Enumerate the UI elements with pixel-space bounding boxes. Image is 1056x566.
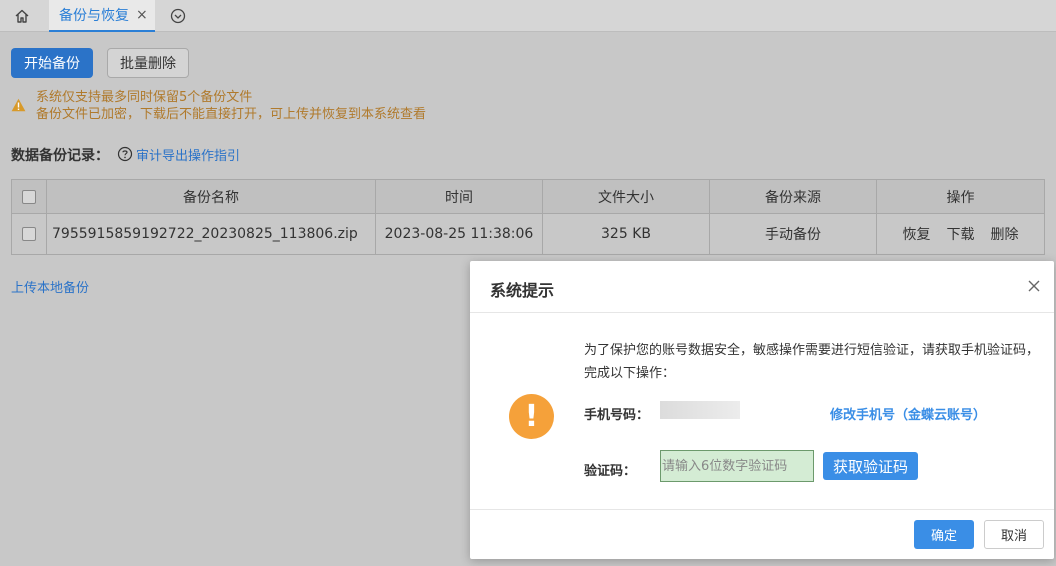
confirm-button[interactable]: 确定 xyxy=(914,520,974,549)
code-label: 验证码： xyxy=(584,464,637,479)
verification-code-input[interactable] xyxy=(660,450,814,482)
phone-number-masked xyxy=(660,401,740,419)
start-backup-button[interactable]: 开始备份 xyxy=(11,48,93,78)
header-name: 备份名称 xyxy=(47,180,376,213)
close-icon[interactable] xyxy=(1024,276,1044,296)
notice-line-2: 备份文件已加密，下载后不能直接打开，可上传并恢复到本系统查看 xyxy=(36,107,427,122)
close-icon[interactable]: × xyxy=(136,7,148,23)
get-code-button[interactable]: 获取验证码 xyxy=(823,452,918,480)
home-icon[interactable] xyxy=(12,7,32,25)
select-all-checkbox[interactable] xyxy=(22,189,36,204)
delete-link[interactable]: 删除 xyxy=(991,224,1019,244)
download-link[interactable]: 下载 xyxy=(947,224,975,244)
help-icon[interactable] xyxy=(117,146,133,162)
row-checkbox[interactable] xyxy=(22,227,36,241)
backup-source: 手动备份 xyxy=(710,214,877,254)
restore-link[interactable]: 恢复 xyxy=(903,224,931,244)
select-all-cell xyxy=(12,180,47,213)
backup-time: 2023-08-25 11:38:06 xyxy=(376,214,543,254)
notice-line-1: 系统仅支持最多同时保留5个备份文件 xyxy=(36,90,253,105)
cancel-button[interactable]: 取消 xyxy=(984,520,1044,549)
tab-label: 备份与恢复 xyxy=(59,8,129,24)
phone-label: 手机号码： xyxy=(584,408,650,423)
upload-local-backup-link[interactable]: 上传本地备份 xyxy=(11,277,89,296)
batch-delete-button[interactable]: 批量删除 xyxy=(107,48,189,78)
table-row: 7955915859192722_20230825_113806.zip 202… xyxy=(12,214,1044,254)
backup-size: 325 KB xyxy=(543,214,710,254)
row-select-cell xyxy=(12,214,47,254)
alert-icon: ! xyxy=(509,394,554,439)
header-actions: 操作 xyxy=(946,189,975,206)
header-time: 时间 xyxy=(376,180,543,213)
change-phone-link[interactable]: 修改手机号（金蝶云账号） xyxy=(830,404,986,423)
records-title: 数据备份记录： xyxy=(11,148,109,164)
backup-table: 备份名称 时间 文件大小 备份来源 操作 7955915859192722_20… xyxy=(11,179,1045,255)
header-source: 备份来源 xyxy=(710,180,877,213)
verify-dialog: 系统提示 ! 为了保护您的账号数据安全，敏感操作需要进行短信验证，请获取手机验证… xyxy=(470,261,1054,559)
table-header: 备份名称 时间 文件大小 备份来源 操作 xyxy=(12,180,1044,214)
tab-bar: 备份与恢复 × xyxy=(0,0,1056,32)
warning-icon xyxy=(11,98,26,112)
header-size: 文件大小 xyxy=(543,180,710,213)
chevron-circle-down-icon[interactable] xyxy=(170,8,186,24)
tab-backup-restore[interactable]: 备份与恢复 × xyxy=(49,0,155,32)
dialog-title: 系统提示 xyxy=(490,281,555,300)
dialog-header: 系统提示 xyxy=(470,261,1054,313)
row-actions: 恢复 下载 删除 xyxy=(877,214,1044,254)
dialog-message: 为了保护您的账号数据安全，敏感操作需要进行短信验证，请获取手机验证码，完成以下操… xyxy=(584,343,1040,381)
dialog-footer: 确定 取消 xyxy=(470,509,1054,559)
backup-name: 7955915859192722_20230825_113806.zip xyxy=(47,214,376,254)
guide-link[interactable]: 审计导出操作指引 xyxy=(136,145,240,164)
